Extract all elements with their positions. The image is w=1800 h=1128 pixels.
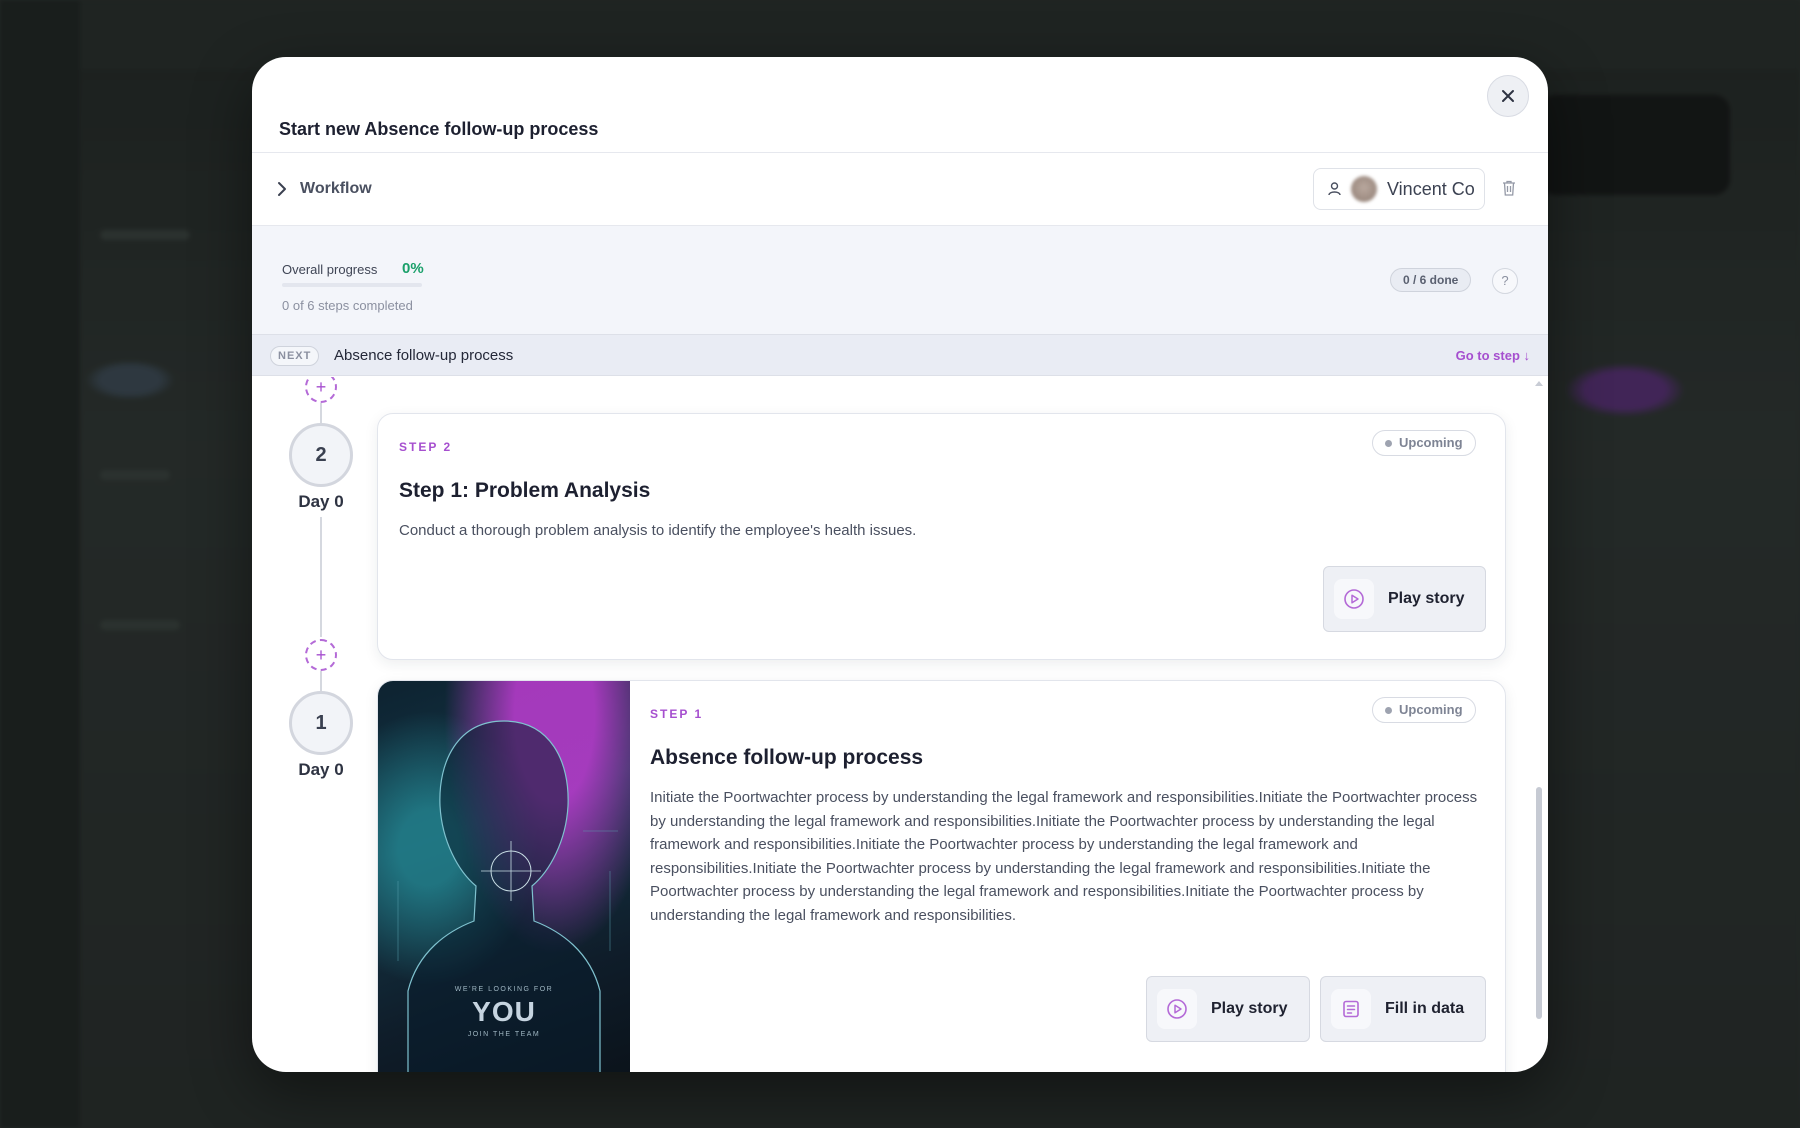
step-card[interactable]: WE'RE LOOKING FOR YOU JOIN THE TEAM STEP… [377,680,1506,1072]
step-title: Absence follow-up process [650,746,924,769]
form-icon [1331,989,1371,1029]
timeline-line [320,517,322,637]
plus-icon: + [315,644,327,665]
play-story-button[interactable]: Play story [1146,976,1310,1042]
play-circle-icon [1157,989,1197,1029]
step-tag: STEP 1 [650,707,704,721]
progress-subtitle: 0 of 6 steps completed [282,298,413,313]
play-story-label: Play story [1388,590,1465,607]
status-badge: Upcoming [1372,697,1476,723]
step-day: Day 0 [298,760,344,779]
user-icon [1328,182,1341,196]
workflow-row: Workflow Vincent Co [252,153,1548,225]
workflow-toggle[interactable]: Workflow [300,180,372,198]
fill-in-data-button[interactable]: Fill in data [1320,976,1486,1042]
step-day: Day 0 [298,492,344,511]
close-icon [1502,90,1514,102]
next-step-title: Absence follow-up process [334,347,514,364]
step-title: Step 1: Problem Analysis [399,479,651,502]
step-number: 2 [289,423,353,487]
play-story-button[interactable]: Play story [1323,566,1486,632]
step-card[interactable]: STEP 2 Upcoming Step 1: Problem Analysis… [377,413,1506,660]
thumbnail-bottom-text: JOIN THE TEAM [467,1031,541,1038]
assignee-name: Vincent Co [1387,178,1475,199]
done-count-badge: 0 / 6 done [1390,268,1472,292]
chevron-right-icon[interactable] [276,181,288,197]
progress-bar [282,283,422,287]
play-circle-icon [1334,579,1374,619]
modal-title: Start new Absence follow-up process [279,119,599,139]
help-button[interactable]: ? [1492,268,1518,294]
step-number: 1 [289,691,353,755]
add-step-button[interactable]: + [305,639,337,671]
next-badge: NEXT [270,346,320,366]
timeline-line [320,403,322,423]
add-step-button[interactable]: + [305,377,337,403]
assignee-selector[interactable]: Vincent Co [1313,168,1485,210]
progress-panel: Overall progress 0% 0 of 6 steps complet… [252,226,1548,334]
progress-label: Overall progress [282,262,378,277]
thumbnail-small-text: WE'RE LOOKING FOR [454,986,554,993]
status-badge: Upcoming [1372,430,1476,456]
play-story-label: Play story [1211,1000,1288,1017]
scrollbar-thumb[interactable] [1536,787,1542,1019]
scroll-up-arrow[interactable] [1535,381,1543,386]
story-thumbnail[interactable]: WE'RE LOOKING FOR YOU JOIN THE TEAM [378,681,630,1072]
plus-icon: + [315,377,327,397]
step-tag: STEP 2 [399,440,453,454]
progress-percent: 0% [402,260,424,277]
step-description: Conduct a thorough problem analysis to i… [399,522,917,539]
timeline: + 2 Day 0 STEP 2 Upcoming Step 1: Proble… [252,377,1548,1072]
next-step-bar: NEXT Absence follow-up process Go to ste… [252,334,1548,376]
step-description: Initiate the Poortwachter process by und… [650,789,1478,924]
close-button[interactable] [1487,75,1529,117]
trash-icon[interactable] [1502,180,1516,196]
avatar [1351,176,1377,202]
timeline-line [320,671,322,691]
thumbnail-big-text: YOU [472,996,536,1027]
start-process-modal: Start new Absence follow-up process Work… [252,57,1548,1072]
go-to-step-link[interactable]: Go to step ↓ [1456,348,1530,363]
fill-in-data-label: Fill in data [1385,1000,1465,1017]
